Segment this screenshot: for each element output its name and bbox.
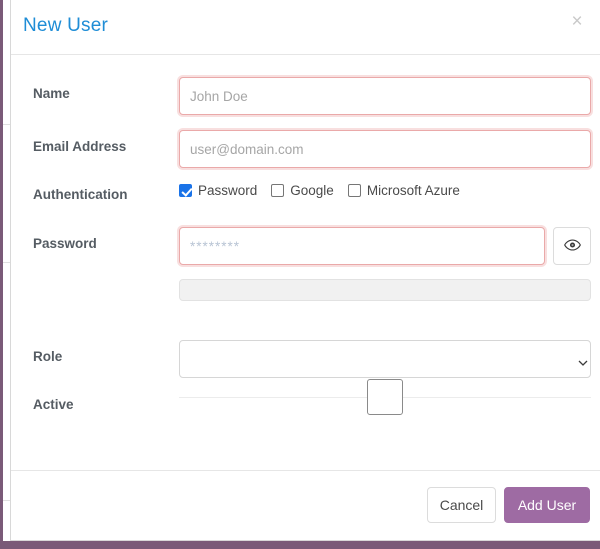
checkbox-icon[interactable]	[271, 184, 285, 197]
close-icon[interactable]: ×	[566, 11, 588, 33]
auth-option-label: Password	[198, 183, 258, 198]
auth-option-label: Google	[290, 183, 334, 198]
authentication-checkbox-group: Password Google Microsoft Azure	[179, 183, 460, 198]
modal-footer: Cancel Add User	[11, 470, 600, 540]
name-input[interactable]	[179, 77, 591, 115]
authentication-label: Authentication	[33, 187, 128, 202]
active-label: Active	[33, 397, 74, 412]
active-checkbox[interactable]	[367, 379, 403, 415]
email-label: Email Address	[33, 139, 127, 154]
password-field[interactable]	[179, 227, 545, 265]
add-user-button[interactable]: Add User	[504, 487, 590, 523]
auth-option-password[interactable]: Password	[179, 183, 257, 198]
email-field[interactable]	[179, 130, 591, 168]
cancel-button[interactable]: Cancel	[427, 487, 496, 523]
auth-option-google[interactable]: Google	[271, 183, 334, 198]
auth-option-microsoft-azure[interactable]: Microsoft Azure	[347, 183, 460, 198]
password-input-group	[179, 227, 591, 265]
modal-body: Name Email Address Authentication Passwo…	[11, 55, 600, 470]
name-label: Name	[33, 86, 70, 101]
password-visibility-toggle-button[interactable]	[553, 227, 591, 265]
modal-header: New User ×	[11, 0, 600, 55]
password-strength-meter	[179, 279, 591, 301]
eye-icon	[563, 238, 581, 254]
auth-option-label: Microsoft Azure	[366, 183, 460, 198]
new-user-modal: New User × Name Email Address Authentica…	[10, 0, 600, 541]
role-select[interactable]	[179, 340, 591, 378]
password-label: Password	[33, 236, 97, 251]
page-title: New User	[23, 15, 109, 36]
checkbox-icon[interactable]	[179, 184, 192, 197]
role-label: Role	[33, 349, 63, 364]
checkbox-icon[interactable]	[347, 184, 361, 197]
